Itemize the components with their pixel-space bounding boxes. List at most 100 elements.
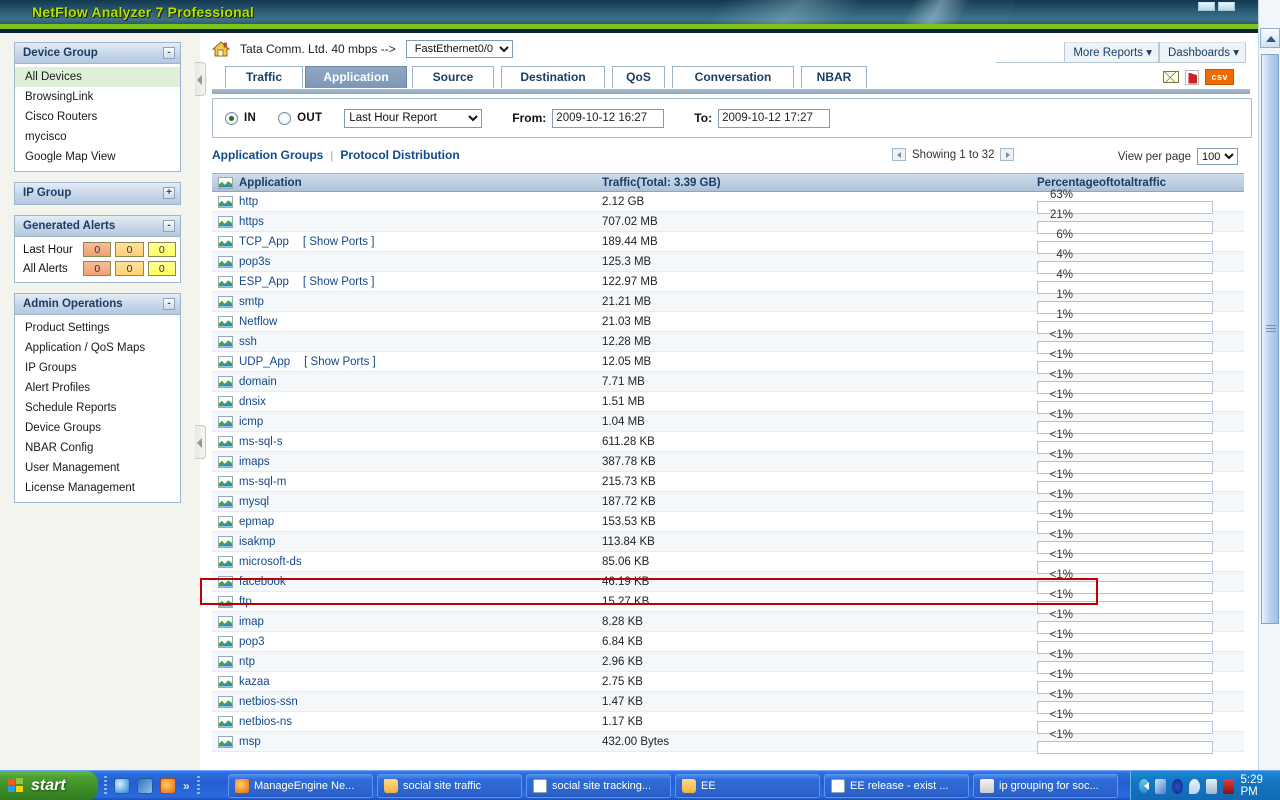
quick-launch-overflow-icon[interactable]: »: [183, 779, 190, 793]
application-link[interactable]: msp: [239, 736, 261, 748]
application-link[interactable]: http: [239, 196, 258, 208]
show-ports-link[interactable]: [ Show Ports ]: [303, 276, 375, 288]
taskbar-button[interactable]: ip grouping for soc...: [973, 774, 1118, 798]
chart-icon[interactable]: [218, 295, 233, 308]
chart-icon[interactable]: [218, 335, 233, 348]
application-link[interactable]: ESP_App: [239, 276, 289, 288]
minimize-button[interactable]: [1198, 2, 1215, 11]
application-link[interactable]: UDP_App: [239, 356, 290, 368]
application-link[interactable]: TCP_App: [239, 236, 289, 248]
chart-icon[interactable]: [218, 555, 233, 568]
table-row[interactable]: msp 432.00 Bytes <1%: [212, 729, 1244, 754]
direction-in-radio[interactable]: [225, 111, 238, 125]
application-link[interactable]: epmap: [239, 516, 274, 528]
pdf-icon[interactable]: [1185, 69, 1200, 85]
scroll-up-button[interactable]: [1260, 28, 1280, 48]
sidebar-item-user-management[interactable]: User Management: [15, 458, 180, 478]
application-link[interactable]: mysql: [239, 496, 269, 508]
admin-operations-collapse-toggle[interactable]: -: [163, 298, 175, 310]
application-link[interactable]: microsoft-ds: [239, 556, 302, 568]
outlook-icon[interactable]: [137, 778, 153, 794]
chart-icon[interactable]: [218, 195, 233, 208]
chart-icon[interactable]: [218, 275, 233, 288]
chart-icon[interactable]: [218, 735, 233, 748]
report-period-select[interactable]: Last Hour Report: [344, 108, 483, 128]
application-link[interactable]: ms-sql-s: [239, 436, 282, 448]
taskbar-button[interactable]: ManageEngine Ne...: [228, 774, 373, 798]
chart-icon[interactable]: [218, 515, 233, 528]
show-ports-link[interactable]: [ Show Ports ]: [304, 356, 376, 368]
firefox-icon[interactable]: [160, 778, 176, 794]
next-page-button[interactable]: [1000, 148, 1015, 161]
taskbar-grip-icon[interactable]: [196, 776, 200, 796]
maximize-button[interactable]: [1218, 2, 1235, 11]
tab-qos[interactable]: QoS: [612, 66, 665, 88]
sidebar-item-license-management[interactable]: License Management: [15, 478, 180, 498]
sidebar-item-ip-groups[interactable]: IP Groups: [15, 358, 180, 378]
mail-icon[interactable]: [1163, 71, 1180, 83]
application-link[interactable]: ssh: [239, 336, 257, 348]
dashboards-button[interactable]: Dashboards ▾: [1159, 42, 1246, 62]
application-link[interactable]: kazaa: [239, 676, 270, 688]
application-link[interactable]: dnsix: [239, 396, 266, 408]
from-date-input[interactable]: [552, 108, 665, 128]
chart-icon[interactable]: [218, 455, 233, 468]
chart-icon[interactable]: [218, 435, 233, 448]
application-link[interactable]: imap: [239, 616, 264, 628]
taskbar-button[interactable]: social site traffic: [377, 774, 522, 798]
generated-alerts-collapse-toggle[interactable]: -: [163, 220, 175, 232]
interface-select[interactable]: FastEthernet0/0: [405, 40, 513, 58]
chart-icon[interactable]: [218, 495, 233, 508]
start-button[interactable]: start: [0, 771, 98, 800]
ip-group-expand-toggle[interactable]: +: [163, 187, 175, 199]
application-link[interactable]: ftp: [239, 596, 252, 608]
application-link[interactable]: domain: [239, 376, 277, 388]
network-icon[interactable]: [1155, 778, 1167, 794]
alert-count-warning[interactable]: 0: [115, 242, 144, 257]
prev-page-button[interactable]: [892, 148, 906, 161]
tab-traffic[interactable]: Traffic: [225, 66, 303, 88]
direction-out-radio[interactable]: [278, 111, 292, 125]
chart-icon[interactable]: [218, 235, 233, 248]
application-link[interactable]: netbios-ns: [239, 716, 292, 728]
sidebar-item-all-devices[interactable]: All Devices: [15, 67, 180, 87]
application-link[interactable]: ms-sql-m: [239, 476, 286, 488]
tab-nbar[interactable]: NBAR: [801, 66, 867, 88]
alert-count-info[interactable]: 0: [147, 261, 176, 276]
home-icon[interactable]: [211, 41, 231, 57]
chart-icon[interactable]: [218, 575, 233, 588]
chart-icon[interactable]: [218, 615, 233, 628]
sidebar-item-device-groups[interactable]: Device Groups: [15, 418, 180, 438]
application-link[interactable]: smtp: [239, 296, 264, 308]
sidebar-item-nbar-config[interactable]: NBAR Config: [15, 438, 180, 458]
show-hidden-icons-button[interactable]: [1139, 779, 1150, 793]
chart-icon[interactable]: [218, 355, 233, 368]
application-link[interactable]: Netflow: [239, 316, 277, 328]
taskbar-button[interactable]: EE release - exist ...: [824, 774, 969, 798]
application-link[interactable]: ntp: [239, 656, 255, 668]
sidebar-item-schedule-reports[interactable]: Schedule Reports: [15, 398, 180, 418]
scrollbar-thumb[interactable]: [1261, 54, 1279, 624]
application-link[interactable]: icmp: [239, 416, 263, 428]
alert-count-warning[interactable]: 0: [115, 261, 144, 276]
alert-count-critical[interactable]: 0: [83, 242, 112, 257]
chart-icon[interactable]: [218, 215, 233, 228]
more-reports-button[interactable]: More Reports ▾: [1064, 42, 1159, 62]
sidebar-item-browsinglink[interactable]: BrowsingLink: [15, 87, 180, 107]
application-link[interactable]: netbios-ssn: [239, 696, 298, 708]
device-group-collapse-toggle[interactable]: -: [163, 47, 175, 59]
application-link[interactable]: facebook: [239, 576, 286, 588]
quick-launch-grip-icon[interactable]: [104, 776, 107, 796]
sidebar-item-alert-profiles[interactable]: Alert Profiles: [15, 378, 180, 398]
view-per-page-select[interactable]: 100: [1197, 148, 1238, 165]
application-link[interactable]: isakmp: [239, 536, 275, 548]
sidebar-item-cisco-routers[interactable]: Cisco Routers: [15, 107, 180, 127]
chart-icon[interactable]: [218, 375, 233, 388]
chart-icon[interactable]: [218, 595, 233, 608]
taskbar-button[interactable]: EE: [675, 774, 820, 798]
sidebar-item-application-qos-maps[interactable]: Application / QoS Maps: [15, 338, 180, 358]
left-pane-collapse-handle-top[interactable]: [195, 62, 206, 96]
chart-icon[interactable]: [218, 395, 233, 408]
left-pane-collapse-handle-bottom[interactable]: [195, 425, 206, 459]
application-link[interactable]: pop3: [239, 636, 265, 648]
